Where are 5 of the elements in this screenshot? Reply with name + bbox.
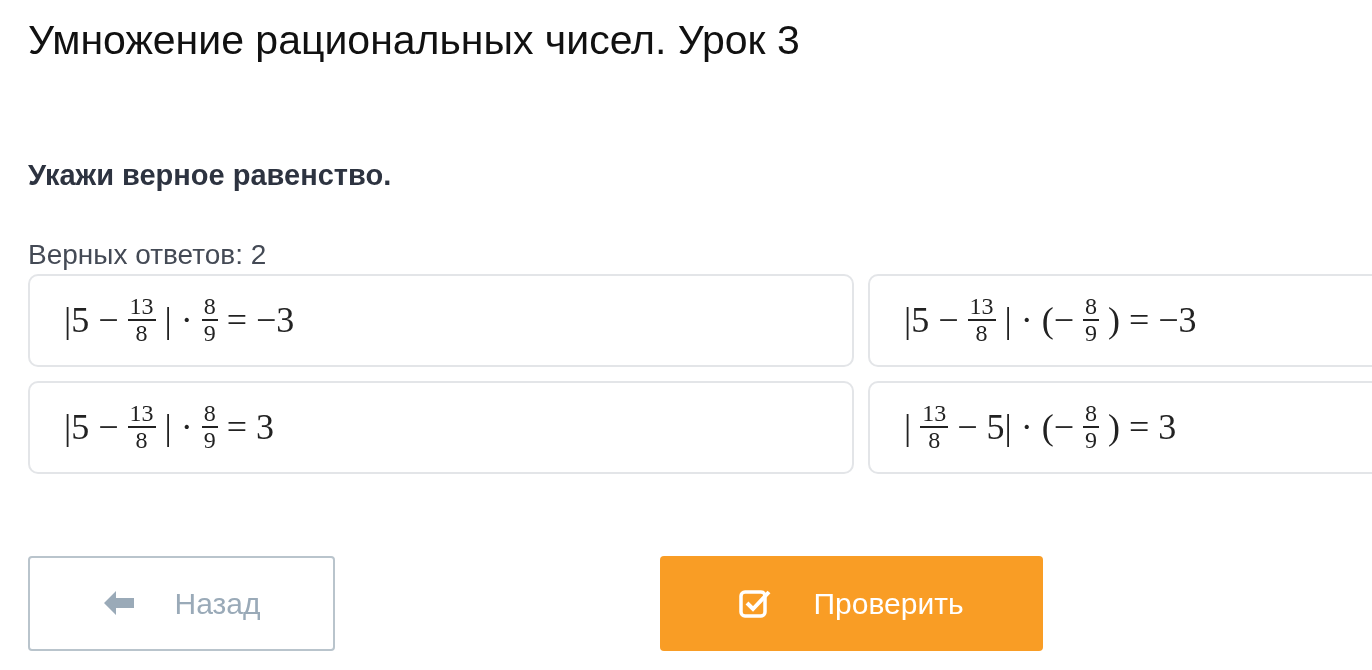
checkbox-icon — [739, 588, 772, 618]
question-text: Укажи верное равенство. — [28, 158, 392, 193]
answers-count: Верных ответов: 2 — [28, 237, 267, 272]
arrow-left-icon — [102, 590, 135, 616]
page-title: Умножение рациональных чисел. Урок 3 — [28, 16, 800, 65]
